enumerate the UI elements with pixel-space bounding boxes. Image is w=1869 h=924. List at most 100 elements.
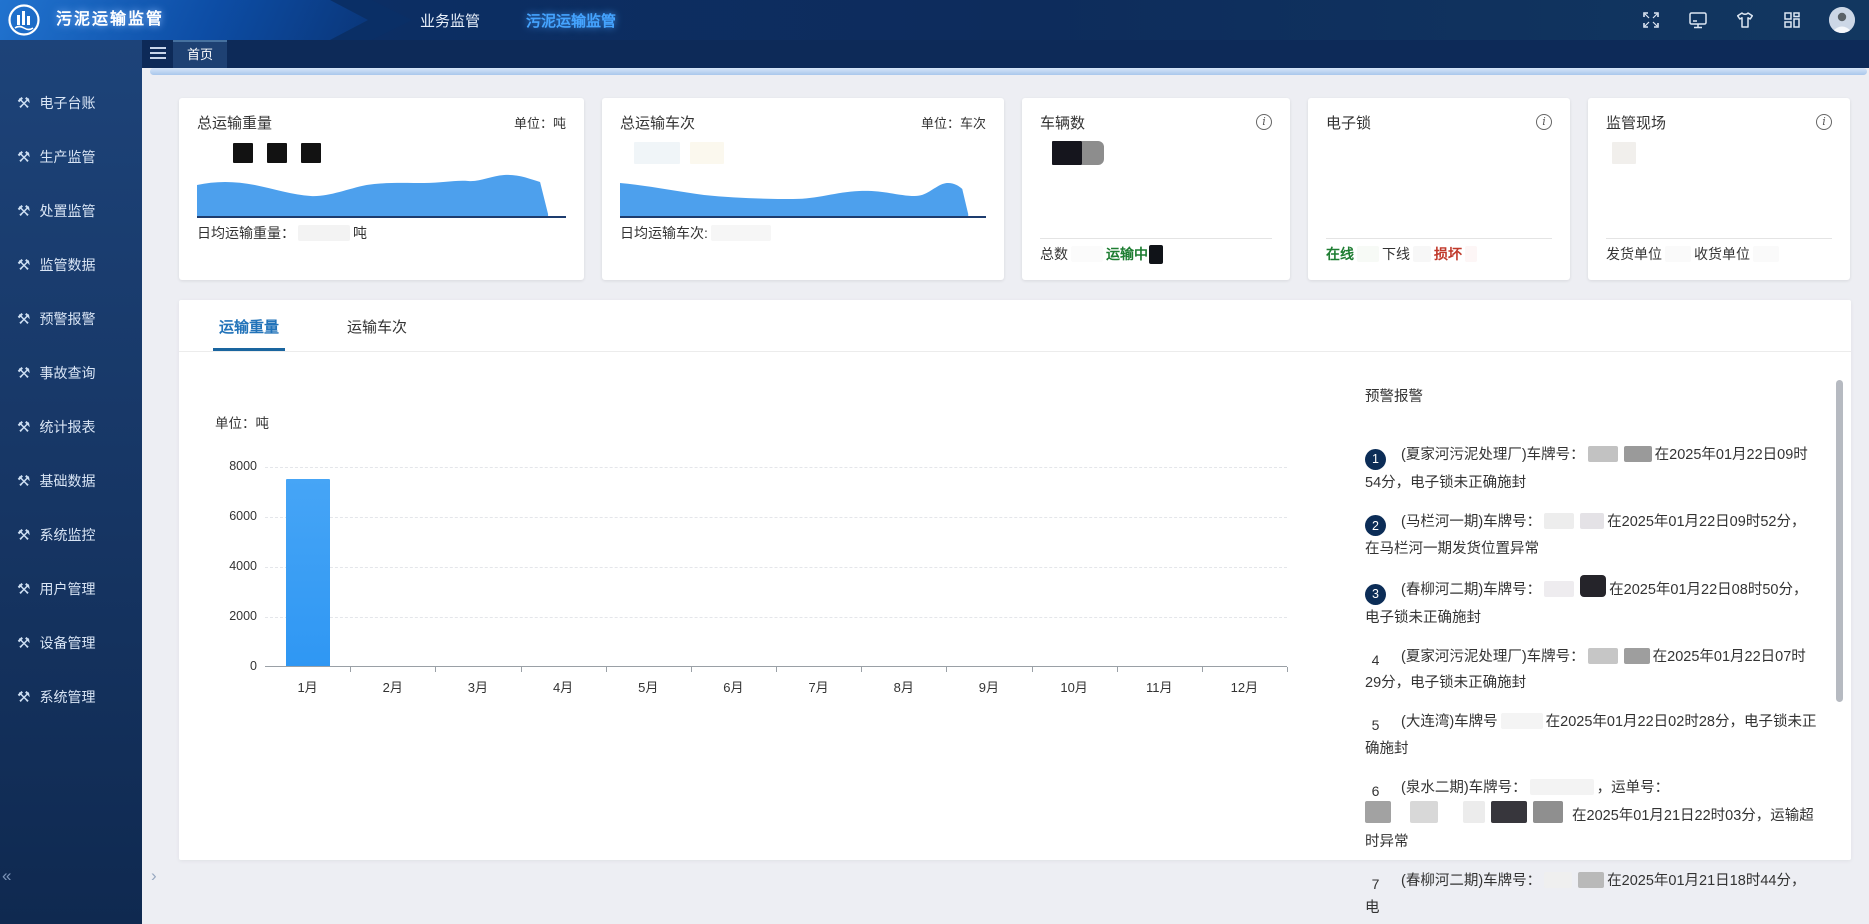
- sidebar-item-label: 处置监管: [39, 201, 95, 221]
- rank-badge: 2: [1365, 515, 1386, 536]
- nav-item-sludge-transport[interactable]: 污泥运输监管: [526, 10, 616, 31]
- redaction-block: [1624, 648, 1650, 664]
- sidebar-item[interactable]: ⚒生产监管: [0, 130, 142, 184]
- tab-home[interactable]: 首页: [173, 40, 227, 68]
- user-avatar[interactable]: [1829, 7, 1855, 33]
- gridline: [265, 567, 1287, 568]
- info-icon[interactable]: i: [1256, 114, 1272, 130]
- redaction-block: [1465, 246, 1477, 262]
- bar-1月[interactable]: [286, 479, 330, 667]
- x-axis-tick: [1287, 667, 1288, 672]
- collapse-left-icon[interactable]: «: [2, 866, 11, 886]
- redaction-block: [1530, 779, 1594, 795]
- info-icon[interactable]: i: [1536, 114, 1552, 130]
- alert-item[interactable]: 7(春柳河二期)车牌号：在2025年01月21日18时44分，电: [1365, 868, 1817, 921]
- lock-offline-label: 下线: [1382, 244, 1410, 264]
- sidebar-item-label: 基础数据: [39, 471, 95, 491]
- monitor-icon[interactable]: [1688, 10, 1708, 30]
- monthly-weight-bar-chart: 单位：吨 1月2月3月4月5月6月7月8月9月10月11月12月 0200040…: [179, 352, 1339, 859]
- daily-avg-weight-unit: 吨: [353, 223, 367, 243]
- sidebar-item-label: 设备管理: [39, 633, 95, 653]
- alert-item[interactable]: 4(夏家河污泥处理厂)车牌号：在2025年01月22日07时29分，电子锁未正确…: [1365, 644, 1817, 697]
- tools-icon: ⚒: [17, 256, 30, 274]
- main-content: 总运输重量 单位：吨 日均运输重量： 吨: [142, 75, 1869, 924]
- tab-transport-trips[interactable]: 运输车次: [341, 316, 413, 351]
- redacted-value: [634, 140, 986, 166]
- fullscreen-icon[interactable]: [1641, 10, 1661, 30]
- redaction-block: [1588, 446, 1618, 462]
- tools-icon: ⚒: [17, 580, 30, 598]
- x-axis-tick-label: 6月: [691, 677, 776, 696]
- app-logo-icon: [7, 3, 41, 37]
- alert-item[interactable]: 1(夏家河污泥处理厂)车牌号：在2025年01月22日09时54分，电子锁未正确…: [1365, 442, 1817, 496]
- sidebar-item[interactable]: ⚒系统管理: [0, 670, 142, 724]
- expand-right-icon[interactable]: ›: [151, 866, 157, 886]
- x-axis-tick-label: 5月: [606, 677, 691, 696]
- x-axis-tick: [861, 667, 862, 672]
- page-tab-bar: 首页: [142, 40, 1869, 68]
- receiver-unit-label: 收货单位: [1694, 244, 1750, 264]
- sidebar-item-label: 电子台账: [39, 93, 95, 113]
- info-icon[interactable]: i: [1816, 114, 1832, 130]
- sidebar-item[interactable]: ⚒监管数据: [0, 238, 142, 292]
- vehicle-total-label: 总数: [1040, 244, 1068, 264]
- alert-text: (大连湾)车牌号: [1401, 714, 1498, 730]
- tools-icon: ⚒: [17, 472, 30, 490]
- x-axis-tick-label: 10月: [1032, 677, 1117, 696]
- theme-shirt-icon[interactable]: [1735, 10, 1755, 30]
- x-axis-tick-label: 8月: [861, 677, 946, 696]
- sidebar-item[interactable]: ⚒处置监管: [0, 184, 142, 238]
- y-axis-tick-label: 0: [189, 659, 257, 673]
- tools-icon: ⚒: [17, 94, 30, 112]
- card-footer: 日均运输重量： 吨: [197, 218, 566, 248]
- rank-badge: 4: [1365, 649, 1386, 670]
- alerts-scrollbar[interactable]: [1836, 380, 1843, 702]
- sidebar-item[interactable]: ⚒ 电子台账: [0, 76, 142, 130]
- panel-body: 单位：吨 1月2月3月4月5月6月7月8月9月10月11月12月 0200040…: [179, 352, 1851, 859]
- alert-item[interactable]: 2(马栏河一期)车牌号：在2025年01月22日09时52分，在马栏河一期发货位…: [1365, 509, 1817, 563]
- card-title: 总运输重量: [197, 112, 272, 133]
- horizontal-scrollbar[interactable]: [150, 68, 1867, 75]
- sidebar-item[interactable]: ⚒用户管理: [0, 562, 142, 616]
- alert-text: (春柳河二期)车牌号：: [1401, 582, 1541, 598]
- x-axis-tick: [946, 667, 947, 672]
- redaction-block: [711, 225, 771, 241]
- lock-online-label: 在线: [1326, 244, 1354, 264]
- redaction-block: [1357, 246, 1379, 262]
- card-title: 总运输车次: [620, 112, 695, 133]
- rank-badge: 1: [1365, 449, 1386, 470]
- nav-item-business[interactable]: 业务监管: [420, 10, 480, 31]
- sidebar-item[interactable]: ⚒预警报警: [0, 292, 142, 346]
- alert-text: (春柳河二期)车牌号：: [1401, 873, 1541, 889]
- sidebar-item[interactable]: ⚒ 基础数据: [0, 454, 142, 508]
- app-title: 污泥运输监管: [56, 0, 164, 40]
- alert-item[interactable]: 3(春柳河二期)车牌号：在2025年01月22日08时50分，电子锁未正确施封: [1365, 575, 1817, 631]
- card-title: 监管现场: [1606, 112, 1666, 133]
- menu-toggle-icon[interactable]: [150, 47, 166, 60]
- tab-transport-weight[interactable]: 运输重量: [213, 316, 285, 351]
- lock-damaged-label: 损坏: [1434, 244, 1462, 264]
- sidebar-item[interactable]: ⚒系统监控: [0, 508, 142, 562]
- sidebar-item[interactable]: ⚒事故查询: [0, 346, 142, 400]
- trips-sparkline-chart: [620, 170, 986, 216]
- alert-item[interactable]: 5(大连湾)车牌号在2025年01月22日02时28分，电子锁未正确施封: [1365, 709, 1817, 762]
- redaction-block: [1463, 801, 1485, 823]
- rank-badge: 3: [1365, 584, 1386, 605]
- header-nav: 业务监管 污泥运输监管: [420, 0, 616, 40]
- x-axis-tick-label: 9月: [946, 677, 1031, 696]
- redaction-block: [1071, 246, 1103, 262]
- card-supervision-site: 监管现场 i 发货单位 收货单位: [1588, 98, 1850, 280]
- sidebar-item[interactable]: ⚒设备管理: [0, 616, 142, 670]
- x-axis-tick: [521, 667, 522, 672]
- header-icons: [1641, 0, 1855, 40]
- sidebar-item-label: 系统监控: [39, 525, 95, 545]
- alert-text: (夏家河污泥处理厂)车牌号：: [1401, 649, 1585, 665]
- x-axis-tick: [1117, 667, 1118, 672]
- card-unit-label: 单位：车次: [921, 113, 986, 132]
- alert-item[interactable]: 6(泉水二期)车牌号：，运单号： 在2025年01月21日22时03分，运输超时…: [1365, 775, 1817, 856]
- rank-badge: 5: [1365, 715, 1386, 736]
- layout-grid-icon[interactable]: [1782, 10, 1802, 30]
- sidebar-item[interactable]: ⚒统计报表: [0, 400, 142, 454]
- redaction-block: [1578, 872, 1604, 888]
- card-footer: 发货单位 收货单位: [1606, 239, 1832, 269]
